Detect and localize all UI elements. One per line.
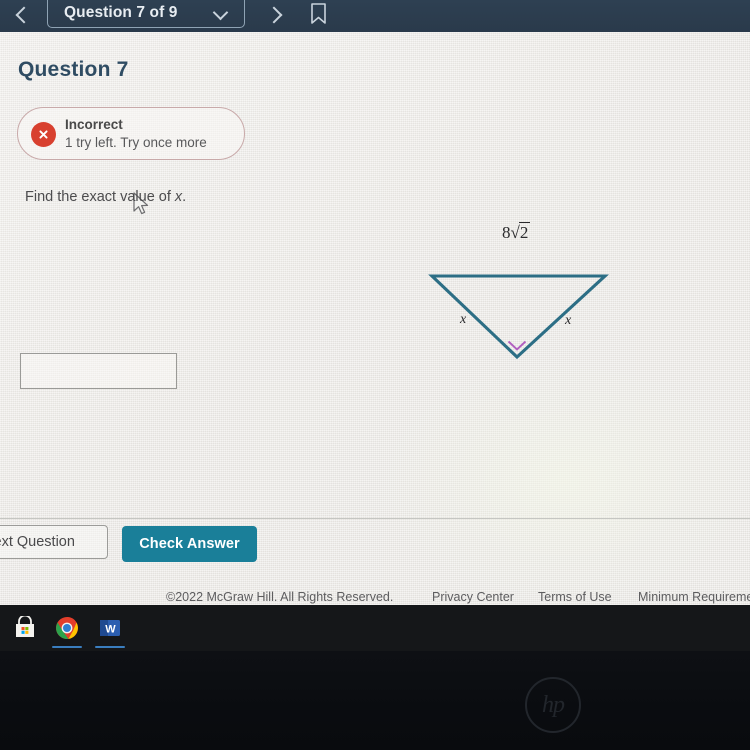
alert-title: Incorrect bbox=[65, 117, 123, 132]
windows-taskbar: W bbox=[0, 605, 750, 651]
laptop-bezel: hp bbox=[0, 651, 750, 750]
check-answer-button[interactable]: Check Answer bbox=[122, 526, 257, 562]
chrome-running-indicator bbox=[52, 646, 82, 648]
hypotenuse-coefficient: 8 bbox=[502, 223, 511, 242]
footer-link-minimum-requirements[interactable]: Minimum Requiremen bbox=[638, 590, 750, 604]
prompt-suffix: . bbox=[182, 189, 187, 205]
question-content-area: Question 7 Incorrect 1 try left. Try onc… bbox=[0, 32, 750, 605]
copyright-text: ©2022 McGraw Hill. All Rights Reserved. bbox=[166, 590, 394, 604]
hypotenuse-label: 8√2 bbox=[502, 222, 531, 242]
alert-subtitle: 1 try left. Try once more bbox=[65, 135, 207, 150]
word-icon[interactable]: W bbox=[98, 616, 122, 640]
chevron-left-icon bbox=[15, 6, 33, 24]
chevron-down-icon bbox=[212, 4, 229, 27]
prompt-prefix: Find the exact value of bbox=[25, 189, 175, 205]
screen-glare bbox=[380, 362, 750, 602]
screenshot-root: Question 7 of 9 Question 7 Incorrect 1 t… bbox=[0, 0, 750, 750]
bookmark-icon[interactable] bbox=[310, 3, 327, 25]
footer-link-privacy-center[interactable]: Privacy Center bbox=[432, 590, 514, 604]
chevron-right-icon bbox=[265, 6, 283, 24]
chrome-icon[interactable] bbox=[55, 616, 79, 640]
incorrect-alert: Incorrect 1 try left. Try once more bbox=[17, 107, 245, 160]
page-title: Question 7 bbox=[18, 58, 129, 81]
next-question-nav-button[interactable] bbox=[260, 0, 288, 30]
question-selector-label: Question 7 of 9 bbox=[64, 4, 178, 21]
triangle-shape bbox=[428, 274, 609, 360]
microsoft-store-icon[interactable] bbox=[13, 614, 37, 640]
error-x-icon bbox=[31, 122, 56, 147]
question-prompt: Find the exact value of x. bbox=[25, 189, 186, 205]
hp-logo: hp bbox=[525, 677, 581, 733]
answer-input-field[interactable] bbox=[21, 354, 176, 388]
hypotenuse-radicand: 2 bbox=[518, 222, 531, 242]
footer-divider bbox=[0, 518, 750, 519]
answer-input[interactable] bbox=[20, 353, 177, 389]
triangle-figure: 8√2 x x bbox=[410, 210, 640, 380]
right-angle-marker bbox=[507, 340, 527, 351]
footer-link-terms-of-use[interactable]: Terms of Use bbox=[538, 590, 612, 604]
question-selector-dropdown[interactable]: Question 7 of 9 bbox=[47, 0, 245, 28]
word-running-indicator bbox=[95, 646, 125, 648]
next-question-button[interactable]: Next Question bbox=[0, 525, 108, 559]
top-navigation-bar: Question 7 of 9 bbox=[0, 0, 750, 32]
svg-text:W: W bbox=[105, 624, 116, 636]
left-leg-label: x bbox=[460, 312, 467, 327]
right-leg-label: x bbox=[565, 313, 572, 328]
previous-question-button[interactable] bbox=[10, 0, 38, 30]
page-footer: ©2022 McGraw Hill. All Rights Reserved. … bbox=[0, 584, 750, 605]
